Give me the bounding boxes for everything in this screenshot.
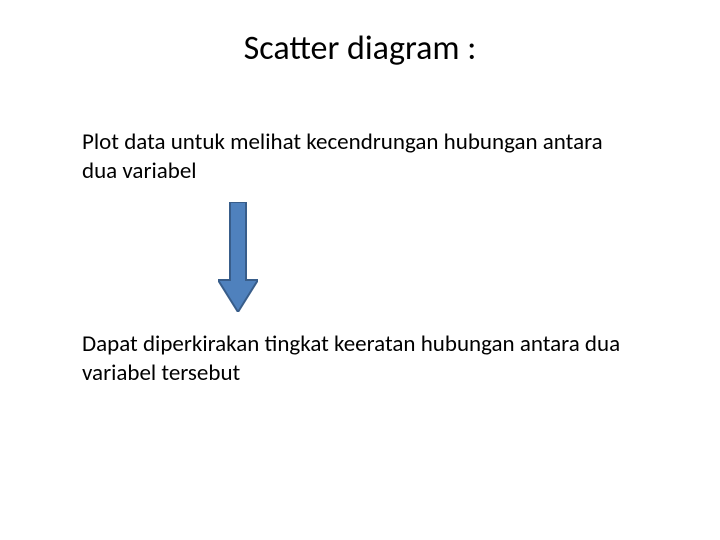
paragraph-2: Dapat diperkirakan tingkat keeratan hubu… <box>82 330 642 388</box>
down-arrow-shape <box>218 202 258 312</box>
paragraph-1: Plot data untuk melihat kecendrungan hub… <box>82 128 642 186</box>
slide-title: Scatter diagram : <box>0 28 720 69</box>
down-arrow-icon <box>218 202 258 312</box>
slide: Scatter diagram : Plot data untuk meliha… <box>0 0 720 540</box>
